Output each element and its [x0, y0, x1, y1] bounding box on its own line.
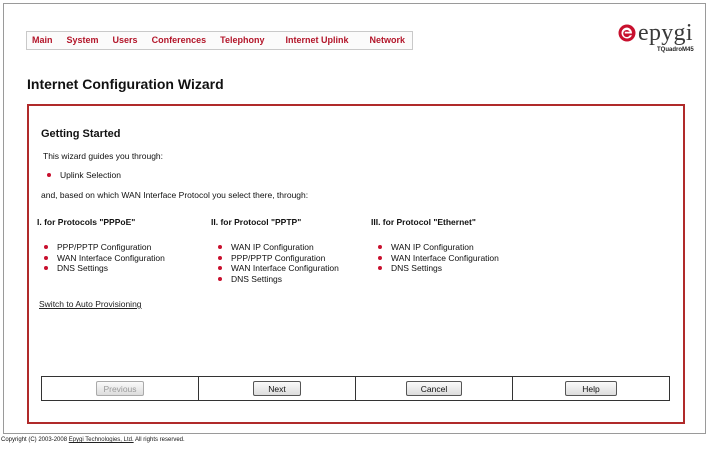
- copyright-footer: Copyright (C) 2003-2008 Epygi Technologi…: [1, 437, 185, 443]
- cancel-button[interactable]: Cancel: [406, 381, 462, 396]
- bullet-icon: [44, 266, 48, 271]
- menu-system[interactable]: System: [60, 32, 106, 49]
- button-cell: Cancel: [356, 377, 513, 400]
- bullet-icon: [218, 255, 222, 260]
- menu-main[interactable]: Main: [27, 32, 60, 49]
- help-button[interactable]: Help: [565, 381, 617, 396]
- list-item: DNS Settings: [218, 274, 339, 285]
- switch-to-auto-provisioning-link[interactable]: Switch to Auto Provisioning: [39, 299, 142, 309]
- button-cell: Next: [199, 377, 356, 400]
- button-cell: Previous: [42, 377, 199, 400]
- bullet-icon: [218, 245, 222, 250]
- uplink-selection-label: Uplink Selection: [60, 170, 121, 180]
- page-title: Internet Configuration Wizard: [27, 76, 224, 92]
- ethernet-column: III. for Protocol "Ethernet" WAN IP Conf…: [371, 217, 499, 274]
- wizard-panel: Getting Started This wizard guides you t…: [27, 104, 685, 424]
- logo-brand-text: epygi: [638, 20, 693, 46]
- list-item: WAN IP Configuration: [218, 242, 339, 253]
- top-menu: Main System Users Conferences Telephony …: [26, 31, 413, 50]
- bullet-icon: [218, 276, 222, 281]
- list-item: DNS Settings: [44, 263, 165, 274]
- list-item: WAN IP Configuration: [378, 242, 499, 253]
- pptp-column: II. for Protocol "PPTP" WAN IP Configura…: [211, 217, 339, 284]
- next-button[interactable]: Next: [253, 381, 301, 396]
- bullet-icon: [378, 245, 382, 250]
- bullet-icon: [378, 266, 382, 271]
- wizard-button-bar: Previous Next Cancel Help: [41, 376, 670, 401]
- bullet-icon: [47, 173, 51, 177]
- intro-text: This wizard guides you through:: [43, 151, 164, 161]
- bullet-icon: [44, 245, 48, 250]
- pppoe-column: I. for Protocols "PPPoE" PPP/PPTP Config…: [37, 217, 165, 274]
- bullet-icon: [44, 255, 48, 260]
- pppoe-heading: I. for Protocols "PPPoE": [37, 217, 136, 227]
- bullet-icon: [378, 255, 382, 260]
- ethernet-steps: WAN IP Configuration WAN Interface Confi…: [378, 242, 499, 274]
- section-title: Getting Started: [41, 128, 121, 140]
- list-item: PPP/PPTP Configuration: [218, 253, 339, 264]
- ethernet-heading: III. for Protocol "Ethernet": [371, 217, 476, 227]
- button-cell: Help: [513, 377, 669, 400]
- epygi-logo-icon: [618, 24, 636, 42]
- previous-button[interactable]: Previous: [96, 381, 144, 396]
- list-item: WAN Interface Configuration: [378, 253, 499, 264]
- protocol-intro-text: and, based on which WAN Interface Protoc…: [41, 190, 309, 200]
- copyright-suffix: All rights reserved.: [133, 437, 185, 443]
- menu-conferences[interactable]: Conferences: [145, 32, 214, 49]
- menu-internet-uplink[interactable]: Internet Uplink: [271, 32, 362, 49]
- company-link[interactable]: Epygi Technologies, Ltd.: [69, 437, 134, 443]
- menu-telephony[interactable]: Telephony: [213, 32, 271, 49]
- pppoe-steps: PPP/PPTP Configuration WAN Interface Con…: [44, 242, 165, 274]
- bullet-icon: [218, 266, 222, 271]
- list-item: WAN Interface Configuration: [218, 263, 339, 274]
- list-item: PPP/PPTP Configuration: [44, 242, 165, 253]
- app-frame: Main System Users Conferences Telephony …: [3, 3, 706, 434]
- list-item: DNS Settings: [378, 263, 499, 274]
- pptp-steps: WAN IP Configuration PPP/PPTP Configurat…: [218, 242, 339, 284]
- uplink-selection-item: Uplink Selection: [47, 170, 121, 180]
- device-model-label: TQuadroM45: [657, 47, 694, 53]
- copyright-prefix: Copyright (C) 2003-2008: [1, 437, 69, 443]
- pptp-heading: II. for Protocol "PPTP": [211, 217, 302, 227]
- menu-users[interactable]: Users: [106, 32, 145, 49]
- list-item: WAN Interface Configuration: [44, 253, 165, 264]
- epygi-logo: epygi TQuadroM45: [618, 20, 698, 60]
- menu-network[interactable]: Network: [362, 32, 412, 49]
